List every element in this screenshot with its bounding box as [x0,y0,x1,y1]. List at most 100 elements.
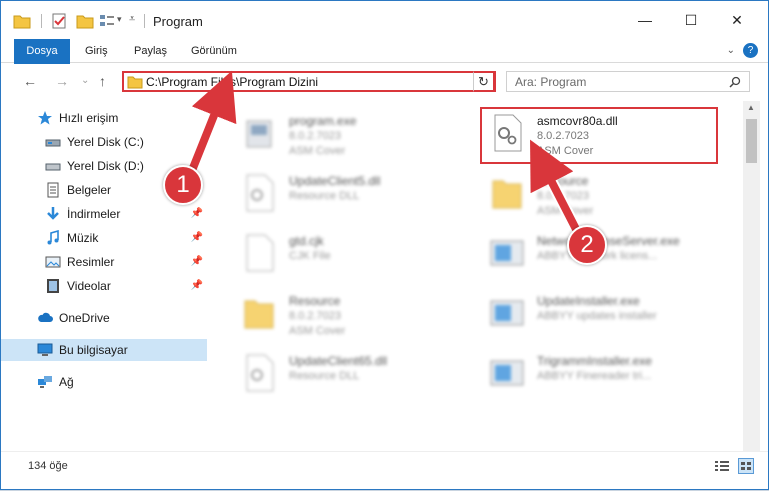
file-item[interactable]: UpdateClient5.dll Resource DLL [233,165,473,221]
view-icon[interactable] [99,13,115,29]
sidebar-item-local-disk-c[interactable]: Yerel Disk (C:) [1,131,207,153]
tab-home[interactable]: Giriş [85,39,108,63]
exe-icon [490,360,524,386]
file-description: Resource DLL [289,190,360,202]
sidebar-item-label: Resimler [67,255,115,269]
pin-icon[interactable]: 📌 [191,208,203,219]
navigation-pane: Hızlı erişim Yerel Disk (C:) Yerel Disk … [1,101,213,451]
file-item[interactable]: Resource 8.0.2.7023 ASM Cover [233,285,473,341]
file-name: program.exe [289,114,357,128]
ribbon-controls: ⌄ ? [727,43,758,58]
file-description: ABBYY updates installer [537,310,657,322]
sidebar-item-downloads[interactable]: İndirmeler 📌 [1,203,207,225]
sidebar-item-pictures[interactable]: Resimler 📌 [1,251,207,273]
computer-icon [37,343,53,356]
sidebar-item-label: Ağ [59,375,74,389]
network-icon [38,376,52,388]
file-name: Resource [537,174,589,188]
separator [144,14,145,28]
search-icon[interactable] [729,76,741,88]
callout-1: 1 [163,165,203,205]
customize-quick-access-icon[interactable]: ⩡ [129,13,135,26]
sidebar-item-label: Yerel Disk (D:) [67,159,144,173]
file-name: Resource [289,294,341,308]
details-view-icon[interactable] [715,460,729,472]
folder-icon [492,180,522,209]
file-name: UpdateInstaller.exe [537,294,640,308]
sidebar-item-onedrive[interactable]: OneDrive [1,307,207,329]
file-name: gtd.cjk [289,234,324,248]
sidebar-item-label: Videolar [67,279,111,293]
file-item[interactable]: TrigrammInstaller.exe ABBYY Finereader t… [481,345,721,401]
sidebar-item-label: Bu bilgisayar [59,343,128,357]
dropdown-icon[interactable]: ▾ [117,14,122,25]
scrollbar-thumb[interactable] [746,119,757,163]
expand-ribbon-icon[interactable]: ⌄ [727,45,735,56]
scroll-up-icon[interactable]: ▲ [747,103,755,112]
sidebar-item-network[interactable]: Ağ [1,371,207,393]
file-item[interactable]: UpdateInstaller.exe ABBYY updates instal… [481,285,721,341]
ribbon-tabs: Dosya Giriş Paylaş Görünüm ⌄ ? [1,39,768,95]
callout-2: 2 [567,225,607,265]
separator [41,14,42,28]
file-company: ASM Cover [537,205,594,217]
search-box[interactable]: Ara: Program [506,71,750,92]
folder-icon [127,76,143,89]
file-name: UpdateClient65.dll [289,354,388,368]
minimize-button[interactable]: — [622,1,668,39]
status-bar: 134 öğe [1,451,768,489]
close-button[interactable]: ✕ [714,1,760,39]
file-item[interactable]: Resource 8.0.2.7023 ASM Cover [481,165,721,221]
address-path: C:\Program Files\Program Dizini [146,75,319,89]
window-title: Program [153,14,203,29]
star-icon [38,111,52,125]
forward-icon[interactable]: → [55,73,69,89]
exe-icon [490,240,524,266]
sidebar-item-this-pc[interactable]: Bu bilgisayar [1,339,207,361]
new-folder-icon[interactable] [76,13,94,29]
vertical-scrollbar[interactable]: ▲ [743,101,760,451]
refresh-button[interactable]: ↻ [473,71,495,92]
folder-icon [244,300,274,329]
file-version: 8.0.2.7023 [537,190,589,202]
tab-share[interactable]: Paylaş [134,39,167,63]
address-bar[interactable]: C:\Program Files\Program Dizini ⌄ [122,71,496,92]
file-item[interactable]: UpdateClient65.dll Resource DLL [233,345,473,401]
file-description: Resource DLL [289,370,360,382]
drive-icon [45,139,61,147]
sidebar-item-quick-access[interactable]: Hızlı erişim [1,107,207,129]
cloud-icon [38,312,53,322]
sidebar-item-videos[interactable]: Videolar 📌 [1,275,207,297]
file-company: ASM Cover [289,145,346,157]
recent-locations-icon[interactable]: ⌄ [81,75,89,86]
sidebar-item-music[interactable]: Müzik 📌 [1,227,207,249]
file-highlight-box [480,107,718,164]
file-name: UpdateClient5.dll [289,174,381,188]
search-input[interactable]: Ara: Program [515,75,586,89]
maximize-button[interactable]: ☐ [668,1,714,39]
tiles-view-icon[interactable] [738,458,754,474]
explorer-window: ▾ ⩡ Program — ☐ ✕ Dosya Giriş Paylaş Gör… [0,0,769,490]
pin-icon[interactable]: 📌 [191,256,203,267]
file-description: ABBYY Finereader tri... [537,370,652,382]
music-icon [47,230,59,245]
tab-view[interactable]: Görünüm [191,39,237,63]
properties-icon[interactable] [51,13,67,29]
video-icon [47,279,59,293]
item-count: 134 öğe [28,460,68,472]
file-item[interactable]: program.exe 8.0.2.7023 ASM Cover [233,105,473,161]
pin-icon[interactable]: 📌 [191,232,203,243]
download-icon [47,207,59,220]
exe-icon [490,300,524,326]
up-icon[interactable]: ↑ [99,73,106,89]
help-icon[interactable]: ? [743,43,758,58]
drive-icon [45,163,61,171]
pin-icon[interactable]: 📌 [191,280,203,291]
file-version: 8.0.2.7023 [289,130,341,142]
back-icon[interactable]: ← [23,73,37,89]
file-item[interactable]: gtd.cjk CJK File [233,225,473,281]
file-name: TrigrammInstaller.exe [537,354,652,368]
sidebar-item-label: Yerel Disk (C:) [67,135,144,149]
dll-icon [246,174,274,212]
sidebar-item-label: OneDrive [59,311,110,325]
